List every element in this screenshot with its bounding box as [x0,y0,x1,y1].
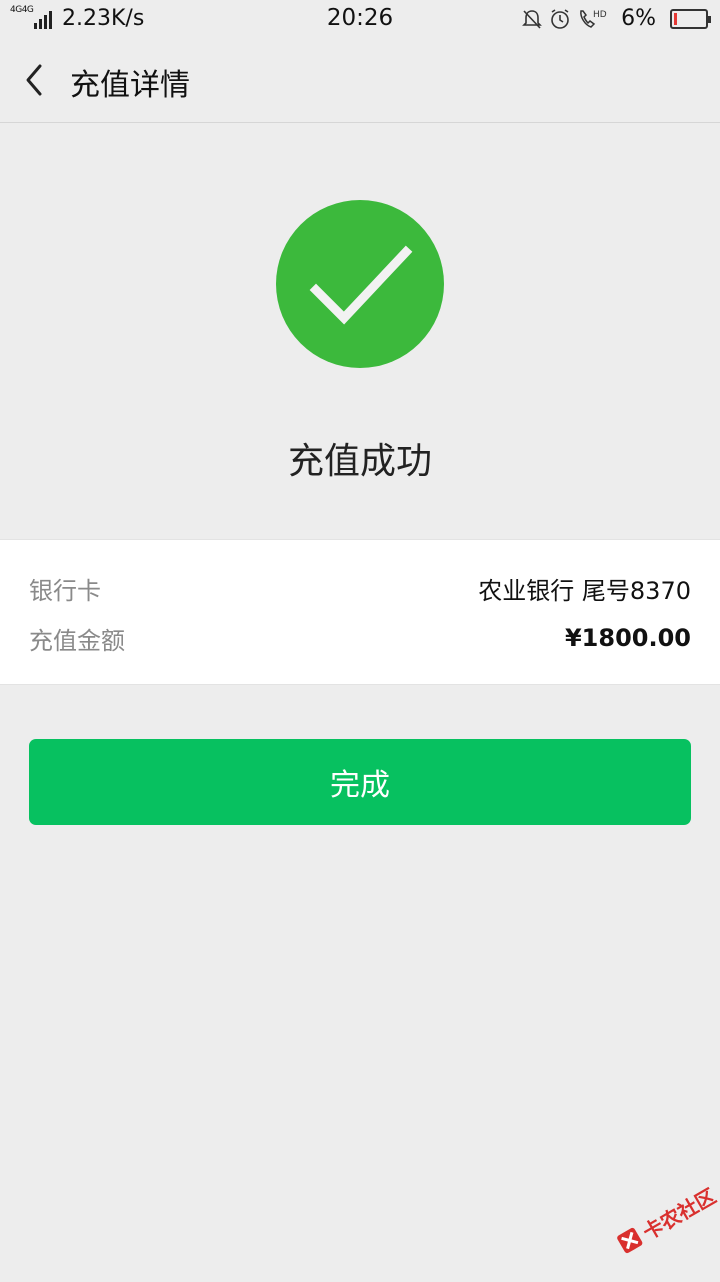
nav-bar: 充值详情 [0,38,720,123]
hd-call-icon: HD [580,10,607,28]
amount-label: 充值金额 [29,626,125,655]
mute-icon [522,9,543,29]
chevron-left-icon [26,64,42,96]
status-right: HD 6% [521,6,711,31]
bank-label: 银行卡 [29,576,101,605]
bank-value: 农业银行 尾号8370 [478,576,691,605]
battery-icon [670,8,711,29]
detail-row-amount: 充值金额 ¥1800.00 [29,618,691,658]
battery-level [674,12,677,25]
back-button[interactable] [18,60,54,100]
watermark-text: 卡农社区 [638,1183,720,1245]
status-title: 充值成功 [287,441,432,482]
page-title: 充值详情 [70,68,190,103]
watermark: 卡农社区 [599,1156,720,1282]
svg-text:HD: HD [593,10,607,20]
done-button[interactable]: 完成 [29,739,691,825]
check-circle-icon [276,200,444,368]
detail-card: 银行卡 农业银行 尾号8370 充值金额 ¥1800.00 [0,539,720,685]
battery-percent: 6% [621,6,656,31]
detail-row-bank: 银行卡 农业银行 尾号8370 [29,568,691,608]
amount-value: ¥1800.00 [564,624,691,652]
alarm-icon [551,8,569,29]
status-bar: 4G4G 2.23K/s 20:26 HD 6% [0,0,720,38]
